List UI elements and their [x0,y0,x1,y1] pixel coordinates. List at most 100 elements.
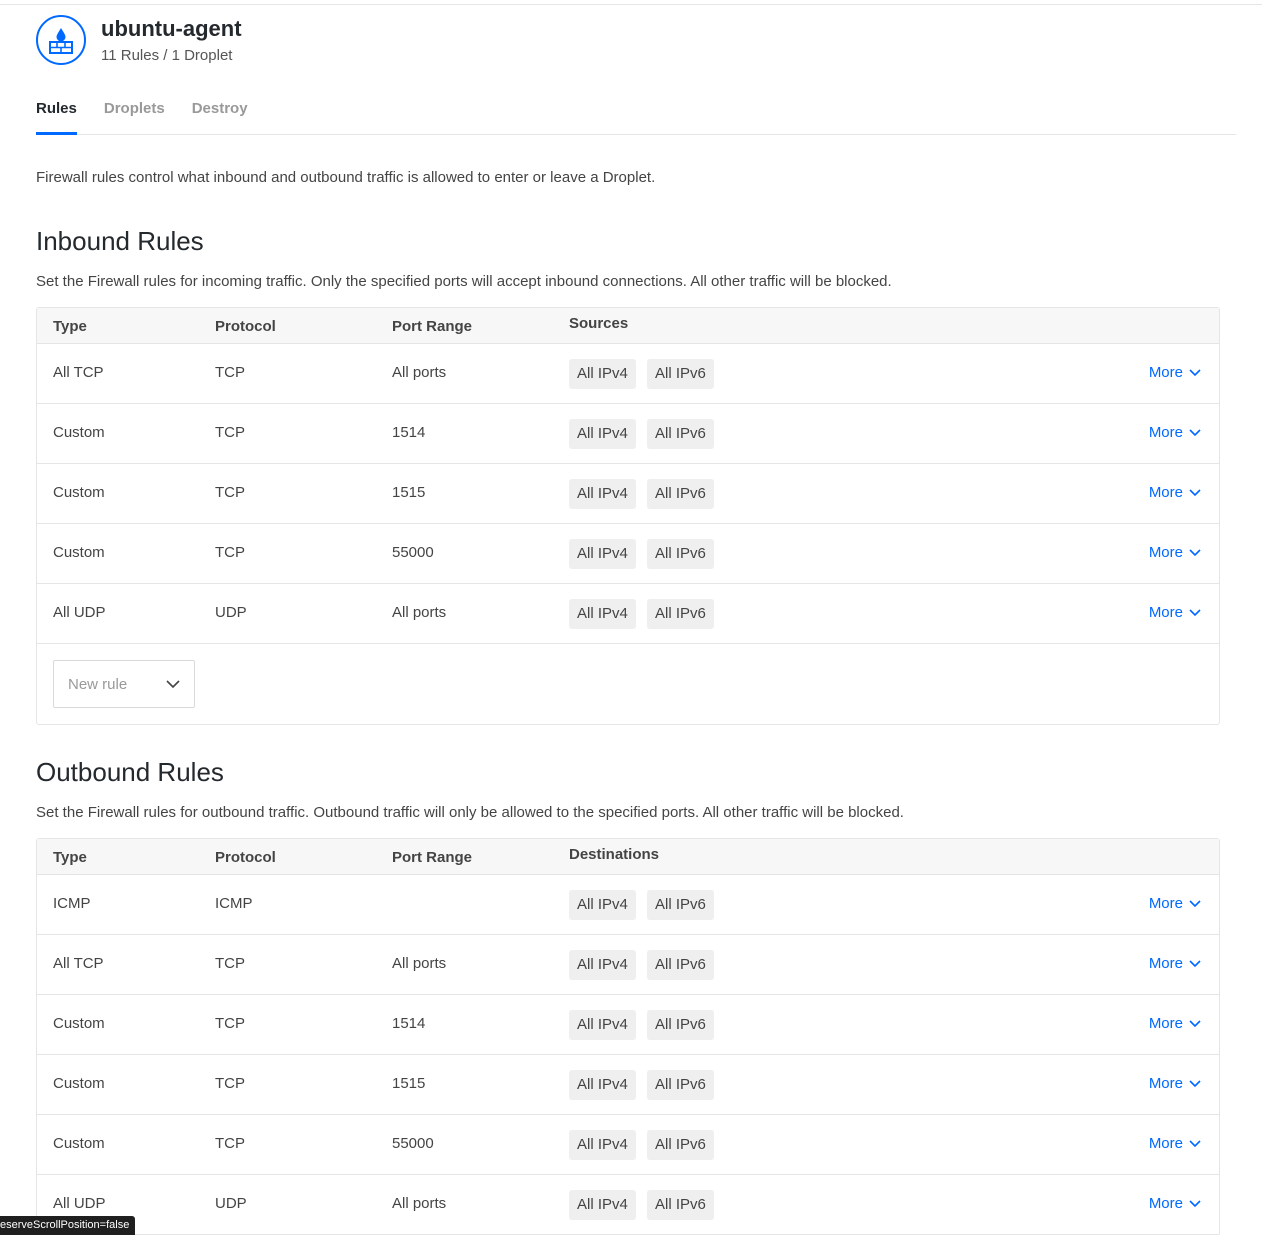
more-label: More [1148,1075,1183,1092]
new-rule-container: New rule [37,644,1219,724]
more-menu-button[interactable]: More [1149,424,1201,441]
more-label: More [1148,1015,1183,1032]
chevron-down-icon [1189,368,1201,376]
chevron-down-icon [1189,1199,1201,1207]
column-header-type: Type [53,849,87,866]
more-menu-button[interactable]: More [1149,1195,1201,1212]
chevron-down-icon [1189,899,1201,907]
outbound-description: Set the Firewall rules for outbound traf… [36,804,904,821]
ipv4-tag: All IPv4 [569,1010,636,1040]
ipv6-tag: All IPv6 [647,599,714,629]
ipv4-tag: All IPv4 [569,1190,636,1220]
rule-protocol: TCP [215,955,245,972]
more-menu-button[interactable]: More [1149,1015,1201,1032]
rule-port-range: 55000 [392,1135,434,1152]
rule-type: Custom [53,544,105,561]
firewall-header: ubuntu-agent 11 Rules / 1 Droplet [36,15,242,65]
rule-type: All TCP [53,955,104,972]
more-menu-button[interactable]: More [1149,604,1201,621]
ipv6-tag: All IPv6 [647,890,714,920]
rule-protocol: TCP [215,364,245,381]
rule-type: ICMP [53,895,91,912]
chevron-down-icon [166,680,180,689]
tab-droplets[interactable]: Droplets [104,97,165,135]
rule-port-range: 1515 [392,1075,426,1092]
chevron-down-icon [1189,428,1201,436]
chevron-down-icon [1189,1139,1201,1147]
table-row: Custom TCP 1514 All IPv4 All IPv6 More [37,404,1219,464]
more-menu-button[interactable]: More [1149,484,1201,501]
firewall-icon [36,15,86,65]
inbound-rules-table: Type Protocol Port Range Sources All TCP… [36,307,1220,725]
table-row: ICMP ICMP All IPv4 All IPv6 More [37,875,1219,935]
top-divider [0,0,1262,5]
chevron-down-icon [1189,608,1201,616]
rule-protocol: UDP [215,604,247,621]
rule-protocol: TCP [215,1015,245,1032]
ipv6-tag: All IPv6 [647,1130,714,1160]
more-menu-button[interactable]: More [1149,1075,1201,1092]
ipv6-tag: All IPv6 [647,1010,714,1040]
table-row: All TCP TCP All ports All IPv4 All IPv6 More [37,935,1219,995]
table-header: Type Protocol Port Range Sources [37,308,1219,344]
ipv4-tag: All IPv4 [569,359,636,389]
more-label: More [1148,544,1183,561]
more-label: More [1148,955,1183,972]
ipv4-tag: All IPv4 [569,890,636,920]
chevron-down-icon [1189,1019,1201,1027]
table-row: Custom TCP 55000 All IPv4 All IPv6 More [37,524,1219,584]
rule-type: Custom [53,1015,105,1032]
more-menu-button[interactable]: More [1149,364,1201,381]
more-menu-button[interactable]: More [1149,895,1201,912]
more-label: More [1148,895,1183,912]
more-menu-button[interactable]: More [1149,955,1201,972]
chevron-down-icon [1189,488,1201,496]
rule-type: All UDP [53,1195,106,1212]
column-header-port-range: Port Range [392,318,473,335]
tab-bar: Rules Droplets Destroy [36,97,1236,135]
table-row: All TCP TCP All ports All IPv4 All IPv6 More [37,344,1219,404]
more-menu-button[interactable]: More [1149,544,1201,561]
page-title: ubuntu-agent [101,15,242,41]
rule-port-range: 1514 [392,1015,426,1032]
tab-destroy[interactable]: Destroy [192,97,248,135]
ipv4-tag: All IPv4 [569,479,636,509]
new-rule-select[interactable]: New rule [53,660,195,708]
chevron-down-icon [1189,959,1201,967]
column-header-protocol: Protocol [215,849,276,866]
more-menu-button[interactable]: More [1149,1135,1201,1152]
rule-port-range: 55000 [392,544,434,561]
table-row: Custom TCP 1515 All IPv4 All IPv6 More [37,1055,1219,1115]
rule-type: Custom [53,1135,105,1152]
ipv6-tag: All IPv6 [647,1070,714,1100]
rule-protocol: UDP [215,1195,247,1212]
rule-port-range: 1514 [392,424,426,441]
table-row: Custom TCP 1515 All IPv4 All IPv6 More [37,464,1219,524]
rule-port-range: All ports [392,604,447,621]
rule-protocol: TCP [215,484,245,501]
chevron-down-icon [1189,1079,1201,1087]
rule-type: Custom [53,424,105,441]
chevron-down-icon [1189,548,1201,556]
rule-protocol: ICMP [215,895,253,912]
tab-rules[interactable]: Rules [36,97,77,135]
ipv4-tag: All IPv4 [569,1070,636,1100]
rule-type: Custom [53,1075,105,1092]
column-header-sources: Sources [569,315,629,332]
rule-port-range: 1515 [392,484,426,501]
ipv4-tag: All IPv4 [569,539,636,569]
outbound-title: Outbound Rules [36,757,224,787]
new-rule-label: New rule [68,675,128,693]
column-header-protocol: Protocol [215,318,276,335]
ipv6-tag: All IPv6 [647,539,714,569]
rule-port-range: All ports [392,1195,447,1212]
more-label: More [1148,484,1183,501]
table-row: All UDP UDP All ports All IPv4 All IPv6 More [37,1175,1219,1235]
column-header-destinations: Destinations [569,846,660,863]
more-label: More [1148,604,1183,621]
inbound-description: Set the Firewall rules for incoming traf… [36,273,892,290]
ipv4-tag: All IPv4 [569,1130,636,1160]
table-header: Type Protocol Port Range Destinations [37,839,1219,875]
ipv6-tag: All IPv6 [647,479,714,509]
inbound-title: Inbound Rules [36,226,204,256]
